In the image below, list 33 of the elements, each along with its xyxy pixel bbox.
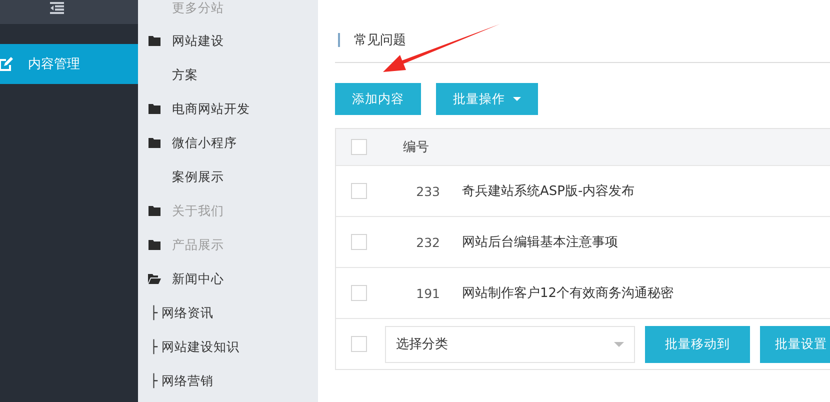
- folder-icon: [148, 104, 161, 114]
- table-cell-text: 232: [415, 234, 440, 250]
- category-item[interactable]: ├ 网络营销: [138, 364, 318, 398]
- category-item[interactable]: 方案: [138, 58, 318, 92]
- edit-icon: [0, 56, 14, 72]
- checkbox[interactable]: [351, 285, 367, 301]
- folder-icon: [148, 240, 161, 250]
- open-folder-icon: [148, 274, 161, 284]
- page-title: 常见问题: [354, 32, 406, 49]
- category-item[interactable]: ├ 网站建设知识: [138, 330, 318, 364]
- table-cell-text: 网站后台编辑基本注意事项: [462, 234, 618, 251]
- table-cell-text: 233: [415, 184, 440, 198]
- caret-icon: [614, 342, 624, 346]
- category-item[interactable]: 微信小程序: [138, 126, 318, 160]
- category-item[interactable]: ├ 网络资讯: [138, 296, 318, 330]
- table-cell-text: 网站制作客户12个有效商务沟通秘密: [462, 285, 674, 302]
- category-select[interactable]: 选择分类: [385, 326, 635, 362]
- checkbox[interactable]: [351, 336, 367, 352]
- checkbox[interactable]: [351, 139, 367, 155]
- folder-icon: [148, 36, 161, 46]
- category-item[interactable]: 网站建设: [138, 24, 318, 58]
- category-item[interactable]: 新闻中心: [138, 262, 318, 296]
- checkbox[interactable]: [351, 234, 367, 250]
- caret-icon: [513, 97, 521, 101]
- folder-icon: [148, 138, 161, 148]
- category-item[interactable]: 案例展示: [138, 160, 318, 194]
- category-item[interactable]: 电商网站开发: [138, 92, 318, 126]
- menu-icon[interactable]: [50, 2, 64, 14]
- checkbox[interactable]: [351, 183, 367, 199]
- table-cell-text: 191: [415, 286, 440, 300]
- column-header: 编号: [403, 139, 429, 156]
- folder-icon: [148, 206, 161, 216]
- table-cell-text: 奇兵建站系统ASP版-内容发布: [462, 183, 635, 200]
